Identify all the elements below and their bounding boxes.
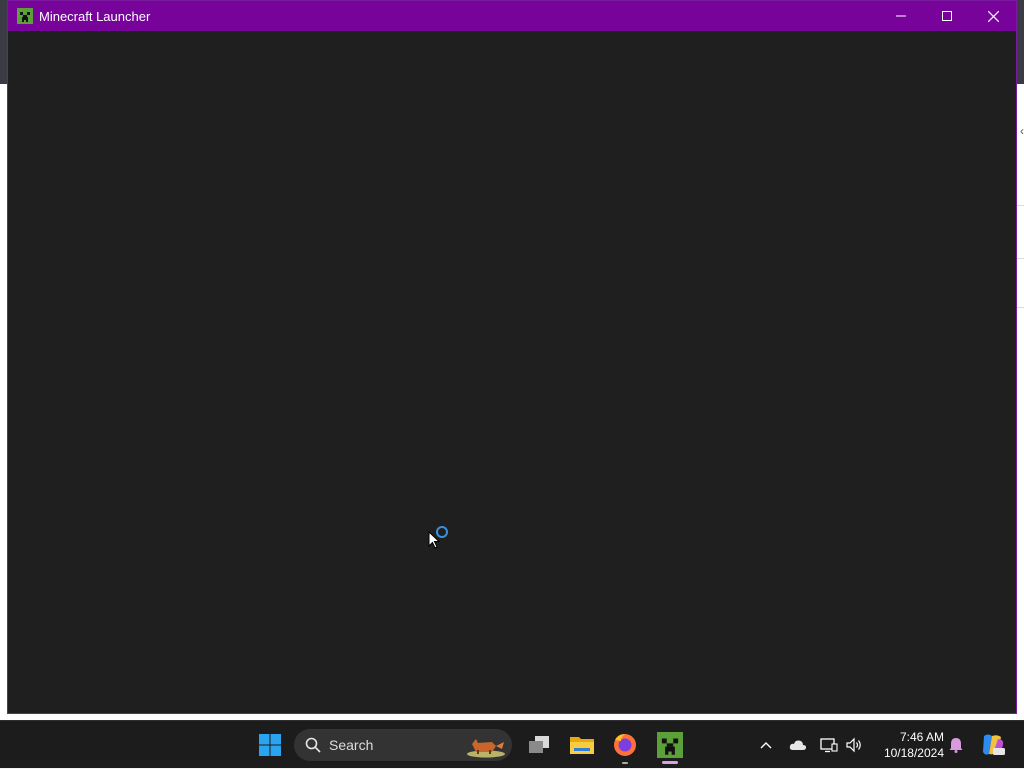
background-divider [1016, 307, 1024, 308]
window-controls [878, 1, 1016, 31]
minimize-button[interactable] [878, 1, 924, 31]
minecraft-launcher-taskbar-button[interactable] [651, 725, 689, 765]
volume-icon [846, 737, 861, 753]
firefox-button[interactable] [607, 725, 643, 765]
network-button[interactable] [818, 721, 840, 769]
file-explorer-button[interactable] [564, 725, 600, 765]
clock-time: 7:46 AM [899, 730, 944, 744]
network-icon [820, 738, 838, 753]
background-divider [1016, 205, 1024, 206]
firefox-running-indicator [622, 762, 628, 764]
task-view-button[interactable] [522, 725, 556, 765]
show-hidden-icons-button[interactable] [756, 721, 776, 769]
mouse-cursor-icon [428, 531, 440, 549]
title-bar[interactable]: Minecraft Launcher [8, 1, 1016, 31]
copilot-button[interactable] [978, 721, 1008, 769]
onedrive-cloud-icon [789, 740, 807, 750]
notification-bell-icon [949, 738, 963, 753]
file-explorer-icon [570, 737, 594, 754]
close-icon [987, 10, 999, 22]
start-button[interactable] [252, 725, 288, 765]
task-view-icon [529, 736, 549, 753]
volume-button[interactable] [843, 721, 865, 769]
chevron-up-icon [760, 742, 772, 749]
firefox-icon [614, 734, 636, 756]
clock-date: 10/18/2024 [883, 746, 944, 760]
window-title: Minecraft Launcher [39, 8, 151, 24]
search-highlight-fox-icon [467, 739, 505, 758]
launcher-content-area [8, 31, 1016, 713]
minecraft-launcher-icon [657, 732, 683, 758]
background-divider [1016, 258, 1024, 259]
maximize-button[interactable] [924, 1, 970, 31]
windows-start-icon [259, 734, 281, 756]
creeper-icon [17, 8, 33, 24]
search-icon [305, 737, 321, 753]
onedrive-button[interactable] [786, 721, 810, 769]
taskbar-search[interactable]: Search [294, 729, 512, 761]
minimize-icon [896, 15, 906, 17]
search-label: Search [329, 737, 374, 753]
active-app-indicator [662, 761, 678, 764]
copilot-icon [983, 734, 1005, 755]
maximize-icon [942, 11, 952, 21]
minecraft-launcher-window: Minecraft Launcher [7, 0, 1017, 714]
close-button[interactable] [970, 1, 1016, 31]
notifications-button[interactable] [946, 721, 966, 769]
clock[interactable]: 7:46 AM 10/18/2024 [872, 729, 944, 761]
background-chevron-icon: ‹ [1020, 124, 1024, 138]
taskbar: Search 7:46 AM 10/18/2024 [0, 720, 1024, 768]
